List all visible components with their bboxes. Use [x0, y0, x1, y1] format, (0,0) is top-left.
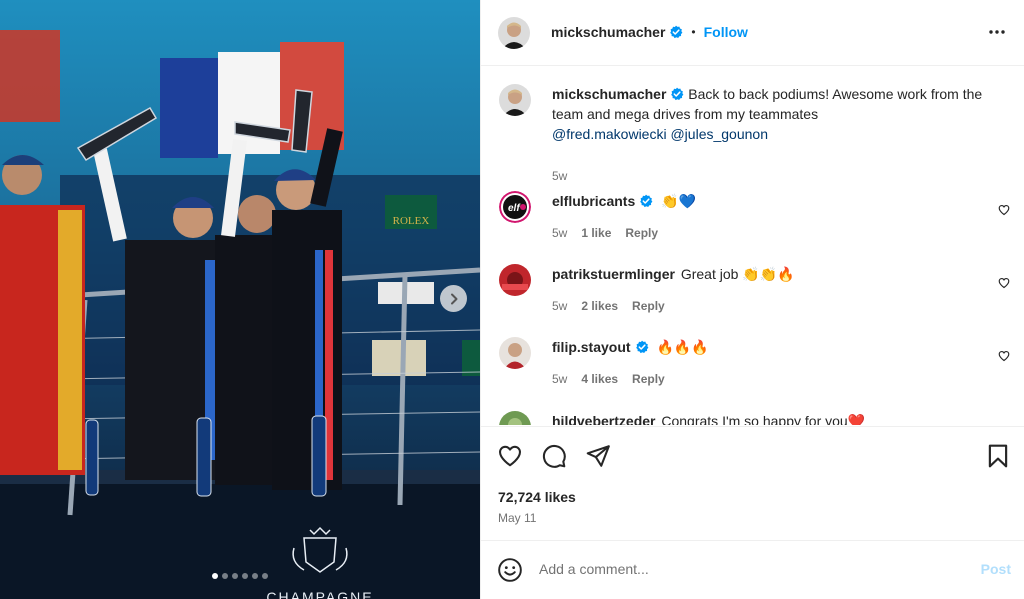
svg-text:elf: elf: [508, 203, 521, 214]
header-separator: •: [691, 25, 696, 39]
comment-username[interactable]: filip.stayout: [552, 339, 631, 355]
heart-outline-icon: [998, 278, 1010, 289]
comment-text: 🔥🔥🔥: [656, 339, 709, 355]
heart-outline-icon: [998, 205, 1010, 216]
comment-meta: 5w 2 likes Reply: [552, 299, 665, 313]
emoji-smiley-icon: [498, 558, 522, 582]
comment-age: 5w: [552, 226, 568, 240]
caption-author-avatar-image: [499, 84, 531, 116]
post-comment-button[interactable]: Post: [981, 561, 1011, 577]
save-button[interactable]: [985, 443, 1011, 474]
caption-username[interactable]: mickschumacher: [552, 86, 666, 102]
carousel-dot: [242, 573, 248, 579]
podium-photo-illustration: ROLEX CHAMPAGNE: [0, 30, 480, 599]
like-comment-button[interactable]: [998, 203, 1010, 221]
commenter-avatar[interactable]: [499, 411, 531, 425]
caption-meta: 5w: [552, 169, 567, 183]
author-avatar[interactable]: [498, 17, 530, 49]
commenter-avatar[interactable]: [499, 264, 531, 296]
bookmark-icon: [988, 444, 1008, 468]
post-panel: mickschumacher • Follow mickschumacher B…: [480, 0, 1024, 599]
more-options-button[interactable]: [987, 22, 1007, 47]
carousel-dot: [232, 573, 238, 579]
comment-bubble-icon: [542, 444, 566, 468]
comment-meta: 5w 1 like Reply: [552, 226, 658, 240]
elf-logo-avatar: elf: [499, 191, 531, 223]
champagne-text: CHAMPAGNE: [266, 589, 373, 599]
likes-count[interactable]: 72,724 likes: [498, 489, 576, 505]
author-username[interactable]: mickschumacher: [551, 24, 665, 40]
heart-outline-icon: [998, 351, 1010, 362]
carousel-indicator: [0, 573, 480, 579]
comment-meta: 5w 4 likes Reply: [552, 372, 665, 386]
follow-button[interactable]: Follow: [704, 24, 748, 40]
post-photo[interactable]: ROLEX CHAMPAGNE: [0, 0, 480, 599]
like-button[interactable]: [497, 443, 523, 474]
carousel-dot: [212, 573, 218, 579]
carousel-dot: [222, 573, 228, 579]
like-comment-button[interactable]: [998, 349, 1010, 367]
post-header: mickschumacher • Follow: [481, 0, 1024, 66]
add-comment-input[interactable]: [539, 557, 959, 581]
mention-link-fred[interactable]: @fred.makowiecki: [552, 126, 667, 142]
comment-text-block: filip.stayout 🔥🔥🔥: [552, 337, 992, 357]
like-comment-button[interactable]: [998, 276, 1010, 294]
caption-age: 5w: [552, 169, 568, 183]
carousel-next-button[interactable]: [440, 285, 467, 312]
verified-badge-icon: [671, 87, 684, 101]
comment-age: 5w: [552, 299, 568, 313]
patrik-avatar-image: [499, 264, 531, 296]
caption-text-block: mickschumacher Back to back podiums! Awe…: [552, 84, 992, 144]
commenter-avatar[interactable]: [499, 337, 531, 369]
reply-button[interactable]: Reply: [632, 372, 665, 386]
post-actions: 72,724 likes May 11: [481, 426, 1024, 541]
comment-composer: Post: [481, 542, 1024, 599]
verified-badge-icon: [670, 25, 683, 39]
post-date: May 11: [498, 511, 537, 525]
comment-username[interactable]: patrikstuermlinger: [552, 266, 675, 282]
caption-author-avatar[interactable]: [499, 84, 531, 116]
carousel-dot: [262, 573, 268, 579]
comment-like-count[interactable]: 4 likes: [581, 372, 618, 386]
comment-text-block: elflubricants 👏💙: [552, 191, 992, 211]
comment-text: Great job 👏👏🔥: [680, 266, 795, 282]
comment-text-block: patrikstuermlinger Great job 👏👏🔥: [552, 264, 992, 284]
comment-button[interactable]: [541, 443, 567, 474]
comment-username[interactable]: elflubricants: [552, 193, 635, 209]
comment-text-block: hildvebertzeder Congrats I'm so happy fo…: [552, 411, 992, 425]
chevron-right-icon: [450, 293, 457, 304]
paper-plane-icon: [586, 445, 610, 467]
comment-username[interactable]: hildvebertzeder: [552, 413, 655, 425]
comments-list[interactable]: mickschumacher Back to back podiums! Awe…: [481, 67, 1024, 425]
share-button[interactable]: [585, 443, 611, 474]
emoji-picker-button[interactable]: [497, 557, 523, 588]
verified-badge-icon: [640, 194, 653, 208]
header-title-line: mickschumacher • Follow: [551, 24, 748, 40]
heart-icon: [499, 445, 521, 467]
commenter-avatar[interactable]: elf: [499, 191, 531, 223]
comment-like-count[interactable]: 2 likes: [581, 299, 618, 313]
rolex-sign: ROLEX: [393, 215, 430, 227]
comment-text: 👏💙: [661, 193, 697, 209]
filip-avatar-image: [499, 337, 531, 369]
comment-age: 5w: [552, 372, 568, 386]
reply-button[interactable]: Reply: [632, 299, 665, 313]
like-comment-button[interactable]: [998, 423, 1010, 425]
carousel-dot: [252, 573, 258, 579]
verified-badge-icon: [635, 340, 648, 354]
reply-button[interactable]: Reply: [625, 226, 658, 240]
more-horizontal-icon: [989, 30, 1005, 34]
author-avatar-image: [498, 17, 530, 49]
comment-text: Congrats I'm so happy for you❤️: [661, 413, 866, 425]
hildve-avatar-image: [499, 411, 531, 425]
mention-link-jules[interactable]: @jules_gounon: [670, 126, 768, 142]
comment-like-count[interactable]: 1 like: [581, 226, 611, 240]
heart-outline-icon: [998, 424, 1010, 425]
